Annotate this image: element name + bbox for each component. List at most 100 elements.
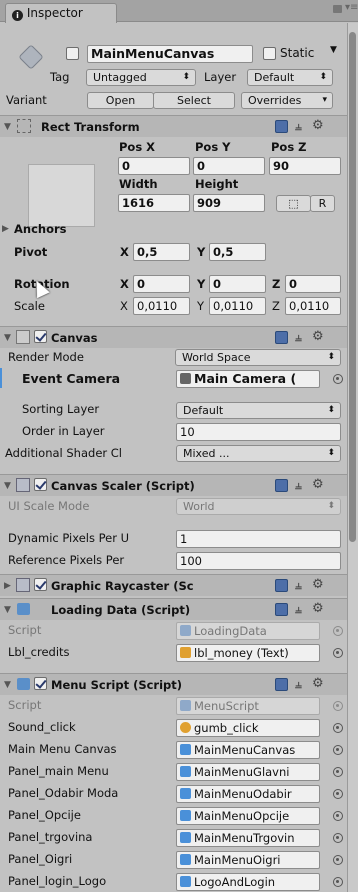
static-checkbox[interactable] <box>263 47 276 60</box>
shader-channels-dropdown[interactable]: Mixed ... ⬍ <box>176 445 341 462</box>
gear-icon[interactable]: ⚙ <box>312 329 324 344</box>
order-in-layer-input[interactable]: 10 <box>176 423 341 441</box>
gear-icon[interactable]: ⚙ <box>312 676 324 691</box>
scale-x-label: X <box>120 299 128 313</box>
posx-input[interactable]: 0 <box>118 157 190 175</box>
tab-inspector[interactable]: i Inspector <box>5 3 117 23</box>
gear-icon[interactable]: ⚙ <box>312 118 324 133</box>
canvas-scaler-enabled-checkbox[interactable] <box>34 478 47 491</box>
menu-script-header[interactable]: ▼ Menu Script (Script) ⫨ ⚙ <box>0 673 347 695</box>
preset-icon[interactable]: ⫨ <box>295 578 302 593</box>
gear-icon[interactable]: ⚙ <box>312 601 324 616</box>
object-picker-icon[interactable] <box>333 811 343 821</box>
rot-y-input[interactable]: 0 <box>209 275 266 293</box>
object-picker-icon[interactable] <box>333 723 343 733</box>
menu-row-field[interactable]: MainMenuTrgovin <box>176 829 320 847</box>
preset-icon[interactable]: ⫨ <box>295 119 302 134</box>
lock-icon[interactable] <box>333 5 342 13</box>
menu-row-field[interactable]: MainMenuOdabir <box>176 785 320 803</box>
scale-y-input[interactable]: 0,0110 <box>209 297 266 315</box>
gear-icon[interactable]: ⚙ <box>312 477 324 492</box>
render-mode-dropdown[interactable]: World Space ⬍ <box>175 349 341 366</box>
posy-input[interactable]: 0 <box>193 157 265 175</box>
fold-arrow-icon[interactable]: ▼ <box>4 478 11 494</box>
preset-icon[interactable]: ⫨ <box>295 478 302 493</box>
gear-icon[interactable]: ⚙ <box>312 577 324 592</box>
canvas-scaler-header[interactable]: ▼ Canvas Scaler (Script) ⫨ ⚙ <box>0 474 347 496</box>
fold-arrow-icon[interactable]: ▼ <box>4 119 11 135</box>
sorting-layer-dropdown[interactable]: Default ⬍ <box>176 402 341 419</box>
help-icon[interactable] <box>275 678 288 691</box>
static-dropdown-icon[interactable]: ▼ <box>330 45 337 55</box>
help-icon[interactable] <box>275 479 288 492</box>
scale-x-input[interactable]: 0,0110 <box>133 297 190 315</box>
menu-icon[interactable]: ▾≡ <box>345 2 358 13</box>
reference-pixels-input[interactable]: 100 <box>176 552 341 570</box>
object-picker-icon[interactable] <box>333 745 343 755</box>
graphic-raycaster-header[interactable]: ▶ Graphic Raycaster (Sc ⫨ ⚙ <box>0 574 347 596</box>
help-icon[interactable] <box>275 120 288 133</box>
preset-icon[interactable]: ⫨ <box>295 602 302 617</box>
rot-z-label: Z <box>272 277 281 291</box>
text-icon <box>180 647 191 658</box>
help-icon[interactable] <box>275 579 288 592</box>
height-input[interactable]: 909 <box>193 194 265 212</box>
object-picker-icon[interactable] <box>333 767 343 777</box>
pivot-y-input[interactable]: 0,5 <box>209 243 266 261</box>
layer-label: Layer <box>204 70 237 84</box>
object-picker-icon[interactable] <box>333 374 343 384</box>
rot-z-input[interactable]: 0 <box>285 275 341 293</box>
menu-row-field[interactable]: MainMenuCanvas <box>176 741 320 759</box>
menu-script-enabled-checkbox[interactable] <box>34 677 47 690</box>
raycaster-enabled-checkbox[interactable] <box>34 578 47 591</box>
blueprint-button[interactable]: ⬚ <box>276 195 311 212</box>
raw-edit-button[interactable]: R <box>310 195 335 212</box>
help-icon[interactable] <box>275 331 288 344</box>
menu-row-field[interactable]: MainMenuOpcije <box>176 807 320 825</box>
object-name-input[interactable]: MainMenuCanvas <box>87 45 253 63</box>
fold-arrow-icon[interactable]: ▼ <box>4 330 11 346</box>
scrollbar-thumb[interactable] <box>349 32 356 542</box>
menu-row-field[interactable]: MainMenuGlavni <box>176 763 320 781</box>
object-picker-icon[interactable] <box>333 648 343 658</box>
menu-row-field[interactable]: MainMenuOigri <box>176 851 320 869</box>
rect-transform-header[interactable]: ▼ Rect Transform ⫨ ⚙ <box>0 115 347 137</box>
scale-z-input[interactable]: 0,0110 <box>285 297 341 315</box>
object-picker-icon[interactable] <box>333 877 343 887</box>
canvas-enabled-checkbox[interactable] <box>34 330 47 343</box>
layer-dropdown[interactable]: Default ⬍ <box>247 69 333 86</box>
sorting-layer-value: Default <box>183 404 224 417</box>
posz-input[interactable]: 90 <box>269 157 341 175</box>
open-button[interactable]: Open <box>87 92 154 109</box>
lbl-credits-field[interactable]: lbl_money (Text) <box>176 644 320 662</box>
anchor-preset-box[interactable] <box>28 164 95 227</box>
pivot-x-input[interactable]: 0,5 <box>133 243 190 261</box>
loading-data-header[interactable]: ▼ Loading Data (Script) ⫨ ⚙ <box>0 598 347 620</box>
event-camera-value: Main Camera ( <box>194 371 297 386</box>
active-checkbox[interactable] <box>66 47 79 60</box>
menu-row-field[interactable]: gumb_click <box>176 719 320 737</box>
width-label: Width <box>119 177 158 191</box>
preset-icon[interactable]: ⫨ <box>295 330 302 345</box>
object-picker-icon[interactable] <box>333 855 343 865</box>
object-picker-icon[interactable] <box>333 833 343 843</box>
fold-arrow-icon[interactable]: ▼ <box>4 677 11 693</box>
object-picker-icon <box>333 626 343 636</box>
event-camera-field[interactable]: Main Camera ( <box>176 370 320 388</box>
help-icon[interactable] <box>275 603 288 616</box>
menu-row-value: gumb_click <box>194 721 259 735</box>
menu-row-field[interactable]: LogoAndLogin <box>176 873 320 891</box>
canvas-header[interactable]: ▼ Canvas ⫨ ⚙ <box>0 326 347 348</box>
dynamic-pixels-input[interactable]: 1 <box>176 530 341 548</box>
object-picker-icon[interactable] <box>333 789 343 799</box>
select-button[interactable]: Select <box>153 92 235 109</box>
preset-icon[interactable]: ⫨ <box>295 677 302 692</box>
menu-row-label: Main Menu Canvas <box>8 742 117 756</box>
fold-arrow-icon[interactable]: ▼ <box>4 602 11 618</box>
anchors-fold-icon[interactable]: ▶ <box>2 221 9 237</box>
fold-arrow-icon[interactable]: ▶ <box>4 578 11 594</box>
tag-dropdown[interactable]: Untagged ⬍ <box>86 69 196 86</box>
overrides-dropdown[interactable]: Overrides ▾ <box>241 92 333 109</box>
rot-x-input[interactable]: 0 <box>133 275 190 293</box>
width-input[interactable]: 1616 <box>118 194 190 212</box>
